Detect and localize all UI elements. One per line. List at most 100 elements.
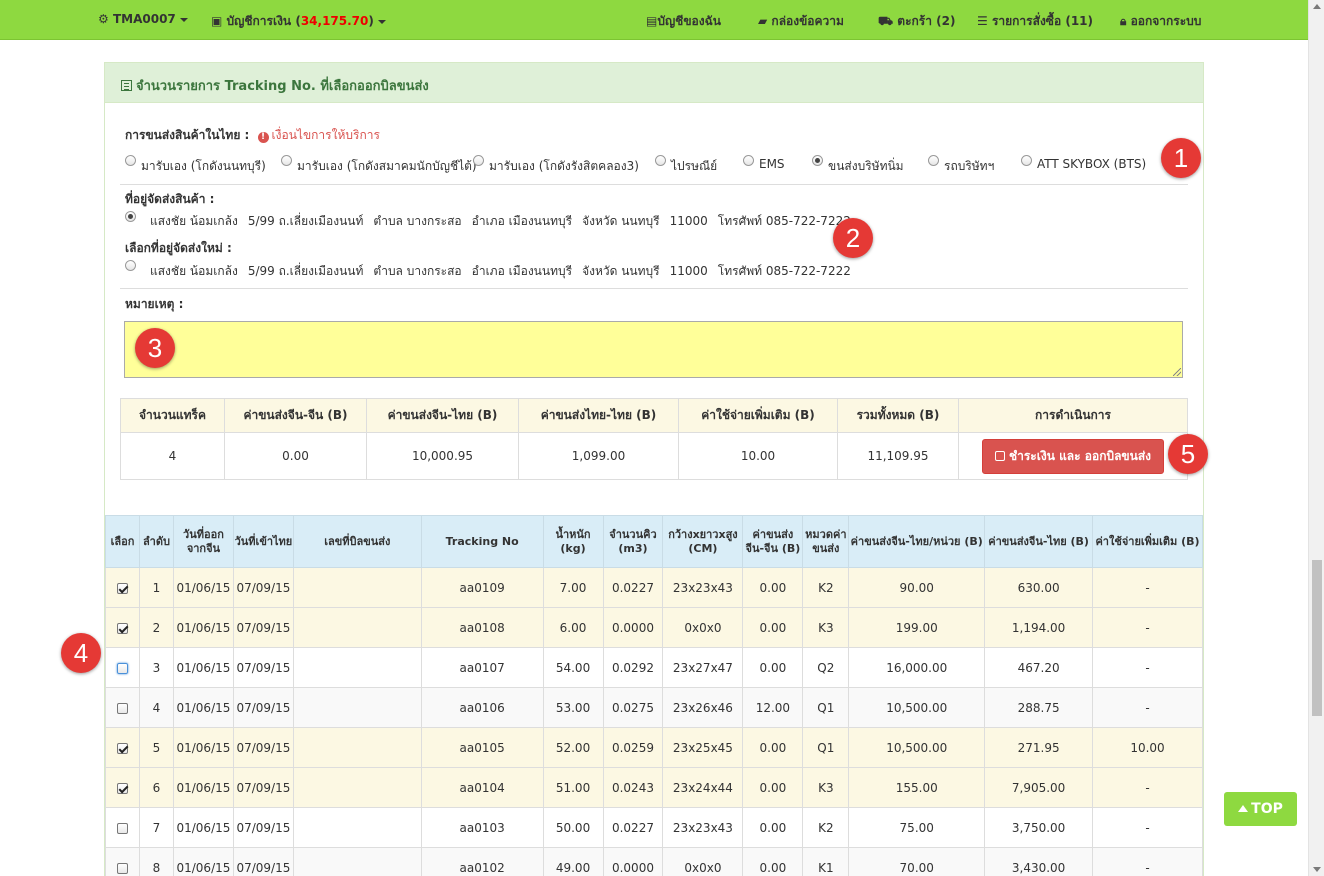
row-index: 2 — [138, 607, 174, 648]
shipping-category: Q1 — [802, 687, 850, 728]
table-header: ค่าขนส่งจีน-จีน (B) — [742, 515, 804, 568]
lock-icon: 🔒︎ — [1120, 14, 1127, 28]
shipping-option-radio[interactable] — [125, 155, 136, 166]
dimensions: 23x23x43 — [662, 807, 744, 848]
tracking-no[interactable]: aa0102 — [420, 847, 544, 876]
cost-cn-cn: 0.00 — [742, 647, 804, 688]
scroll-up-icon[interactable] — [1313, 4, 1321, 9]
select-cell — [105, 647, 140, 688]
shipping-option-label[interactable]: รถบริษัทฯ — [944, 157, 994, 176]
shipping-category: Q1 — [802, 727, 850, 768]
shipping-option-label[interactable]: EMS — [759, 157, 785, 171]
tracking-no[interactable]: aa0107 — [420, 647, 544, 688]
shipping-option-label[interactable]: มารับเอง (โกดังสมาคมนักบัญชีไต้) — [297, 157, 477, 176]
address-part: 11000 — [669, 214, 708, 228]
table-header: ลำดับ — [138, 515, 174, 568]
extra-cost: 10.00 — [1092, 727, 1203, 768]
summary-header: การดำเนินการ — [958, 398, 1188, 433]
scroll-down-icon[interactable] — [1313, 867, 1321, 872]
table-row: 6 01/06/15 07/09/15 aa0104 51.00 0.0243 23x24x… — [105, 767, 1203, 808]
bill-number — [292, 767, 422, 808]
pay-and-bill-button[interactable]: ชำระเงิน และ ออกบิลขนส่ง — [981, 438, 1165, 474]
nav-my-account[interactable]: ▤บัญชีของฉัน — [646, 12, 721, 31]
address-part: 5/99 ถ.เลี่ยงเมืองนนท์ — [247, 214, 364, 228]
bill-number — [292, 687, 422, 728]
nav-logout[interactable]: 🔒︎ ออกจากระบบ — [1120, 12, 1201, 31]
shipping-option-label[interactable]: มารับเอง (โกดังนนทบุรี) — [141, 157, 266, 176]
scrollbar-thumb[interactable] — [1312, 560, 1322, 716]
shipping-option-label[interactable]: ATT SKYBOX (BTS) — [1037, 157, 1146, 171]
extra-cost: - — [1092, 767, 1203, 808]
shipping-option-radio[interactable] — [473, 155, 484, 166]
dimensions: 23x26x46 — [662, 687, 744, 728]
weight: 51.00 — [542, 767, 604, 808]
resize-grip-icon[interactable] — [1173, 368, 1181, 376]
table-row: 1 01/06/15 07/09/15 aa0109 7.00 0.0227 23x23x4… — [105, 567, 1203, 608]
cost-cn-th-unit: 70.00 — [848, 847, 986, 876]
row-checkbox[interactable] — [116, 582, 128, 594]
shipping-option-radio[interactable] — [1021, 155, 1032, 166]
terms-link[interactable]: ! เงื่อนไขการให้บริการ — [257, 128, 380, 143]
summary-total: 11,109.95 — [837, 432, 959, 480]
row-index: 8 — [138, 847, 174, 876]
summary-header: จำนวนแทร็ค — [120, 398, 225, 433]
summary-th-th: 1,099.00 — [518, 432, 679, 480]
nav-cart[interactable]: ⛟ ตะกร้า (2) — [878, 12, 955, 31]
cost-cn-cn: 0.00 — [742, 847, 804, 876]
shipping-category: K2 — [802, 807, 850, 848]
shipping-option-label[interactable]: ไปรษณีย์ — [671, 157, 717, 176]
check-square-icon — [994, 450, 1005, 461]
tracking-no[interactable]: aa0106 — [420, 687, 544, 728]
row-checkbox[interactable] — [116, 822, 128, 834]
summary-header: ค่าใช้จ่ายเพิ่มเติม (B) — [678, 398, 838, 433]
shipping-option-radio[interactable] — [655, 155, 666, 166]
annotation-badge-4: 4 — [61, 633, 101, 673]
tracking-no[interactable]: aa0103 — [420, 807, 544, 848]
arrive-date: 07/09/15 — [232, 607, 294, 648]
nav-orders[interactable]: ☰ รายการสั่งซื้อ (11) — [977, 12, 1093, 31]
select-cell — [105, 607, 140, 648]
address-part: โทรศัพท์ 085-722-7222 — [717, 264, 851, 278]
address-alternate-radio[interactable] — [125, 260, 136, 271]
summary-action-cell: ชำระเงิน และ ออกบิลขนส่ง — [958, 432, 1188, 480]
nav-inbox[interactable]: ▰ กล่องข้อความ — [758, 12, 844, 31]
shipping-option-radio[interactable] — [743, 155, 754, 166]
tracking-no[interactable]: aa0108 — [420, 607, 544, 648]
tracking-no[interactable]: aa0109 — [420, 567, 544, 608]
arrive-date: 07/09/15 — [232, 767, 294, 808]
volume: 0.0227 — [602, 567, 664, 608]
row-index: 3 — [138, 647, 174, 688]
wallet-menu[interactable]: ▣ บัญชีการเงิน (34,175.70) — [211, 12, 386, 31]
summary-track-count: 4 — [120, 432, 225, 480]
user-menu[interactable]: ⚙ TMA0007 — [98, 12, 188, 26]
note-textarea[interactable] — [124, 321, 1183, 378]
row-checkbox[interactable] — [116, 782, 128, 794]
address-part: ตำบล บางกระสอ — [373, 264, 462, 278]
cost-cn-th: 288.75 — [984, 687, 1094, 728]
row-checkbox[interactable] — [116, 862, 128, 874]
shipping-option-radio[interactable] — [812, 155, 823, 166]
select-cell — [105, 847, 140, 876]
wallet-label: บัญชีการเงิน — [226, 14, 292, 28]
row-index: 6 — [138, 767, 174, 808]
row-checkbox[interactable] — [116, 622, 128, 634]
back-to-top-button[interactable]: TOP — [1224, 792, 1297, 826]
note-label: หมายเหตุ : — [125, 297, 184, 311]
shipping-option-radio[interactable] — [281, 155, 292, 166]
address-part: แสงชัย น้อมเกล้ง — [150, 214, 238, 228]
extra-cost: - — [1092, 807, 1203, 848]
table-header: น้ำหนัก (kg) — [542, 515, 604, 568]
volume: 0.0000 — [602, 847, 664, 876]
address-label: ที่อยู่จัดส่งสินค้า : — [125, 192, 215, 206]
vertical-scrollbar[interactable] — [1308, 0, 1324, 876]
shipping-option-label[interactable]: ขนส่งบริษัทนิ่ม — [828, 157, 904, 176]
row-checkbox[interactable] — [116, 742, 128, 754]
row-checkbox[interactable] — [116, 662, 128, 674]
tracking-no[interactable]: aa0104 — [420, 767, 544, 808]
address-current-radio[interactable] — [125, 211, 136, 222]
volume: 0.0227 — [602, 807, 664, 848]
shipping-option-label[interactable]: มารับเอง (โกดังรังสิตคลอง3) — [489, 157, 639, 176]
row-checkbox[interactable] — [116, 702, 128, 714]
tracking-no[interactable]: aa0105 — [420, 727, 544, 768]
shipping-option-radio[interactable] — [928, 155, 939, 166]
